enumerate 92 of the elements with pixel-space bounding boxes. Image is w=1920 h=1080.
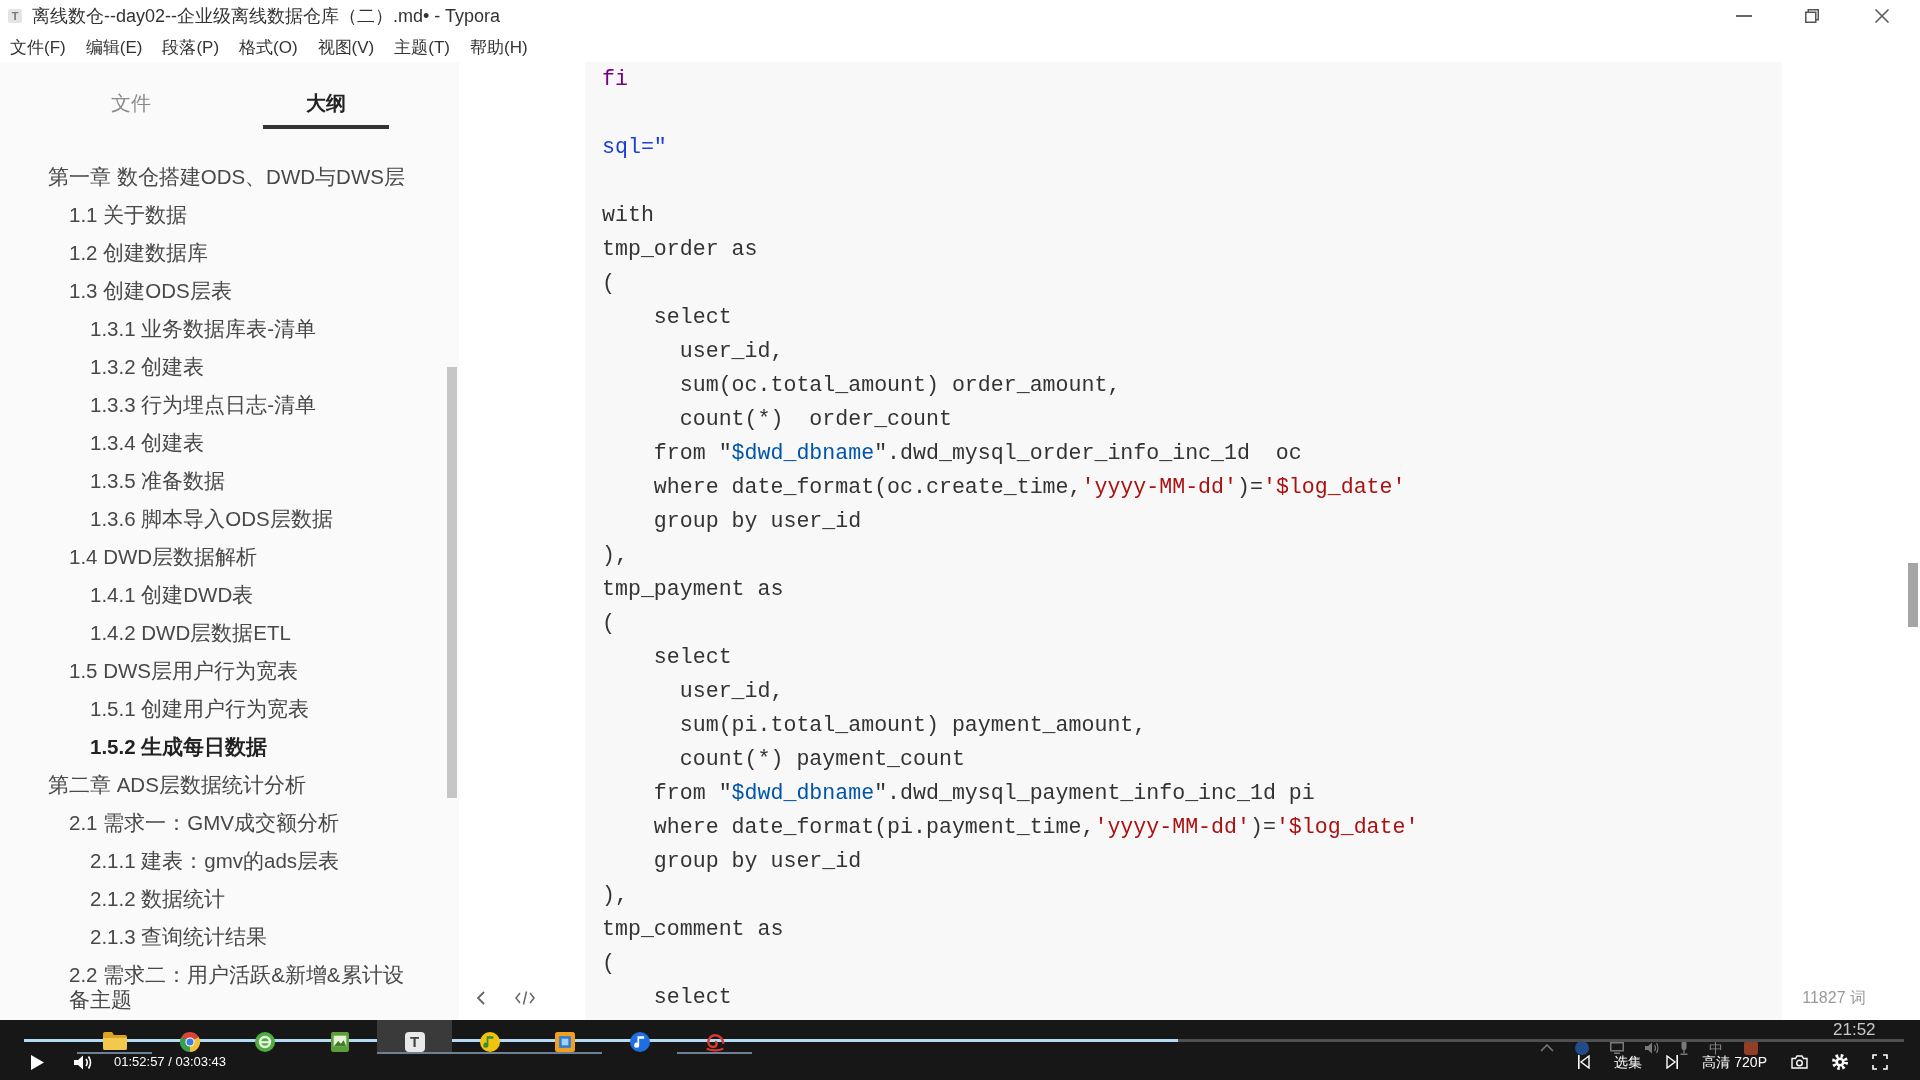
monitor-icon[interactable] — [1610, 1042, 1624, 1054]
outline-item[interactable]: 1.3 创建ODS层表 — [69, 271, 232, 309]
outline-item[interactable]: 2.1.3 查询统计结果 — [90, 917, 268, 955]
outline-item[interactable]: 1.4 DWD层数据解析 — [69, 537, 258, 575]
menu-item[interactable]: 主题(T) — [384, 32, 460, 62]
window-title: 离线数仓--day02--企业级离线数据仓库（二）.md• - Typora — [32, 5, 501, 28]
outline-item[interactable]: 1.5.1 创建用户行为宽表 — [90, 689, 310, 727]
outline-item[interactable]: 1.4.2 DWD层数据ETL — [90, 613, 291, 651]
chevron-left-icon[interactable] — [476, 991, 485, 1005]
code-line: ( — [602, 951, 615, 975]
music-note-icon — [479, 1032, 500, 1052]
outline-item[interactable]: 1.4.1 创建DWD表 — [90, 575, 254, 613]
code-line: tmp_order as — [602, 237, 758, 261]
outline-item[interactable]: 1.5.2 生成每日数据 — [90, 727, 268, 765]
menu-item[interactable]: 段落(P) — [152, 32, 230, 62]
spiral-icon — [704, 1032, 725, 1052]
input-method-indicator[interactable]: 中 — [1709, 1041, 1723, 1055]
code-line: select — [653, 305, 732, 329]
menu-item[interactable]: 帮助(H) — [460, 32, 538, 62]
code-line: ), — [602, 883, 628, 907]
menu-item[interactable]: 编辑(E) — [75, 32, 153, 62]
code-line: select — [653, 645, 732, 669]
app-logo: T — [8, 9, 22, 23]
code-line: ), — [602, 543, 628, 567]
outline-item[interactable]: 1.3.6 脚本导入ODS层数据 — [90, 499, 333, 537]
fullscreen-icon[interactable] — [1872, 1054, 1888, 1070]
code-icon[interactable] — [515, 991, 535, 1005]
outline-item[interactable]: 2.2 需求二：用户活跃&新增&累计设备主题 — [69, 955, 415, 1018]
episodes-selector[interactable]: 选集 — [1614, 1055, 1643, 1069]
menu-item[interactable]: 视图(V) — [307, 32, 385, 62]
settings-icon[interactable] — [1832, 1054, 1848, 1070]
taskbar-button[interactable]: T — [377, 1020, 452, 1054]
outline-item[interactable]: 1.3.2 创建表 — [90, 347, 205, 385]
code-line: sql=" — [602, 135, 667, 159]
picture-icon — [330, 1032, 349, 1052]
code-line: group by user_id — [653, 849, 862, 873]
code-line: group by user_id — [653, 509, 862, 533]
outline-item[interactable]: 1.5 DWS层用户行为宽表 — [69, 651, 299, 689]
square-frame-icon — [554, 1032, 575, 1052]
outline-item[interactable]: 1.3.1 业务数据库表-清单 — [90, 309, 317, 347]
play-icon[interactable] — [31, 1054, 44, 1070]
code-line: fi — [602, 67, 628, 91]
code-line: sum(oc.total_amount) order_amount, — [679, 373, 1121, 397]
code-line: user_id, — [679, 339, 784, 363]
word-count: 11827 词 — [1802, 987, 1866, 1008]
outline-item[interactable]: 1.3.3 行为埋点日志-清单 — [90, 385, 317, 423]
code-line: tmp_comment as — [602, 917, 784, 941]
code-line: from "$dwd_dbname".dwd_mysql_order_info_inc_1d oc — [653, 441, 1302, 465]
code-line: user_id, — [679, 679, 784, 703]
scrollbar-thumb[interactable] — [1908, 563, 1918, 627]
code-line: ( — [602, 611, 615, 635]
outline-item[interactable]: 1.3.5 准备数据 — [90, 461, 226, 499]
quality-selector[interactable]: 高清 720P — [1702, 1055, 1767, 1069]
microphone-icon[interactable] — [1680, 1041, 1688, 1055]
outline-item[interactable]: 2.1 需求一：GMV成交额分析 — [69, 803, 339, 841]
skip-previous-icon[interactable] — [1578, 1055, 1591, 1069]
segmented-circle-icon — [179, 1032, 200, 1052]
menu-item[interactable]: 文件(F) — [0, 32, 76, 62]
skip-next-icon[interactable] — [1666, 1055, 1679, 1069]
outline-item[interactable]: 1.1 关于数据 — [69, 195, 188, 233]
outline-item[interactable]: 1.3.4 创建表 — [90, 423, 205, 461]
code-line: where date_format(oc.create_time,'yyyy-MM-dd')='$log_date' — [653, 475, 1406, 499]
music-note-icon — [629, 1032, 650, 1052]
chevron-up-icon[interactable] — [1540, 1044, 1554, 1052]
volume-icon[interactable] — [74, 1054, 93, 1070]
ring-icon — [254, 1032, 275, 1052]
code-line: sum(pi.total_amount) payment_amount, — [679, 713, 1147, 737]
code-line: from "$dwd_dbname".dwd_mysql_payment_info_inc_1d pi — [653, 781, 1315, 805]
outline-item[interactable]: 第二章 ADS层数据统计分析 — [48, 765, 306, 803]
code-line: count(*) payment_count — [679, 747, 965, 771]
outline-item[interactable]: 2.1.1 建表：gmv的ads层表 — [90, 841, 340, 879]
camera-icon[interactable] — [1791, 1055, 1808, 1069]
code-line: with — [602, 203, 654, 227]
code-line: select — [653, 985, 732, 1009]
sidebar-tab[interactable]: 大纲 — [263, 62, 389, 129]
app-logo: T — [404, 1032, 425, 1052]
code-line: tmp_payment as — [602, 577, 784, 601]
code-line: where date_format(pi.payment_time,'yyyy-MM-dd')='$log_date' — [653, 815, 1419, 839]
outline-item[interactable]: 1.2 创建数据库 — [69, 233, 209, 271]
restore-icon[interactable] — [1805, 9, 1819, 23]
playback-time: 01:52:57 / 03:03:43 — [114, 1055, 227, 1069]
taskbar-clock: 21:52 — [1833, 1021, 1876, 1038]
speaker-icon[interactable] — [1645, 1042, 1659, 1054]
outline-item[interactable]: 2.1.2 数据统计 — [90, 879, 226, 917]
scrollbar-thumb[interactable] — [447, 367, 457, 798]
menu-item[interactable]: 格式(O) — [229, 32, 308, 62]
tile-icon[interactable] — [1744, 1041, 1758, 1055]
folder-icon — [102, 1032, 127, 1050]
code-line: ( — [602, 271, 615, 295]
code-line: count(*) order_count — [679, 407, 952, 431]
outline-item[interactable]: 第一章 数仓搭建ODS、DWD与DWS层 — [48, 157, 405, 195]
close-icon[interactable] — [1875, 9, 1889, 23]
